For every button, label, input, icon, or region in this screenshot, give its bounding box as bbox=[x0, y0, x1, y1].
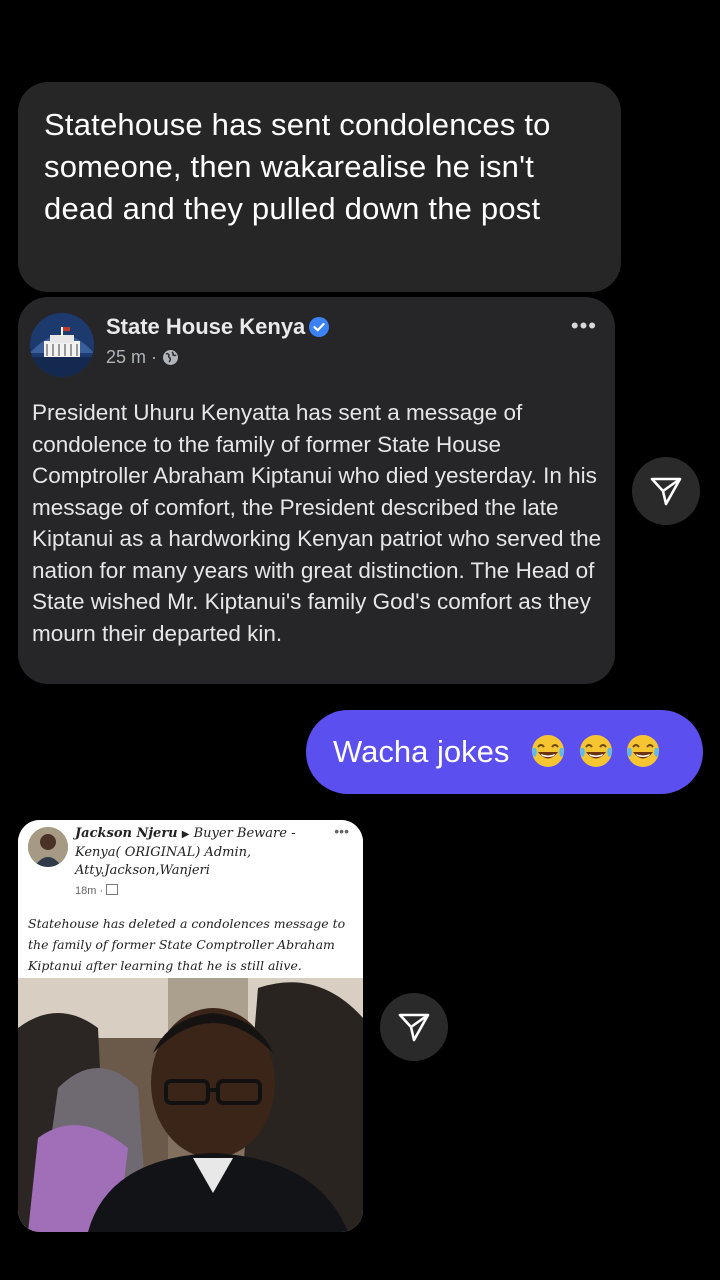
paper-plane-icon bbox=[398, 1013, 430, 1042]
screenshot-post-header: Jackson Njeru ▶ Buyer Beware - Kenya( OR… bbox=[18, 820, 363, 978]
screenshot-post-body: Statehouse has deleted a condolences mes… bbox=[28, 916, 346, 973]
author-line: Jackson Njeru ▶ Buyer Beware - Kenya( OR… bbox=[75, 825, 330, 880]
meta-separator: · bbox=[151, 347, 158, 367]
verified-badge-icon bbox=[309, 317, 330, 337]
globe-icon bbox=[163, 350, 179, 365]
group-icon bbox=[106, 884, 119, 895]
message-text: Wacha jokes bbox=[333, 734, 510, 769]
tears-of-joy-emoji bbox=[531, 735, 564, 767]
post-meta: 25 m · bbox=[106, 347, 179, 368]
tears-of-joy-emoji bbox=[579, 735, 612, 767]
post-photo bbox=[18, 978, 363, 1232]
post-time: 25 m bbox=[106, 347, 147, 367]
post-body: President Uhuru Kenyatta has sent a mess… bbox=[32, 400, 602, 646]
message-text: Statehouse has sent condolences to someo… bbox=[44, 107, 551, 226]
author-name: Jackson Njeru bbox=[75, 826, 178, 841]
image-message-screenshot[interactable]: Jackson Njeru ▶ Buyer Beware - Kenya( OR… bbox=[18, 820, 363, 1232]
page-avatar[interactable] bbox=[30, 313, 94, 377]
page-name[interactable]: State House Kenya bbox=[106, 314, 330, 340]
message-bubble-wacha-jokes[interactable]: Wacha jokes bbox=[306, 710, 703, 794]
post-menu-button[interactable]: ••• bbox=[571, 313, 597, 339]
screenshot-menu-icon: ••• bbox=[334, 823, 349, 839]
paper-plane-icon bbox=[650, 477, 682, 506]
shared-post-card[interactable]: State House Kenya 25 m · ••• President U… bbox=[18, 297, 615, 684]
screenshot-post-meta: 18m · bbox=[75, 884, 119, 897]
author-avatar bbox=[28, 827, 68, 867]
share-button[interactable] bbox=[632, 457, 700, 525]
arrow-right-icon: ▶ bbox=[181, 829, 190, 840]
share-button[interactable] bbox=[380, 993, 448, 1061]
screenshot-post-time: 18m bbox=[75, 885, 97, 897]
message-bubble-statehouse[interactable]: Statehouse has sent condolences to someo… bbox=[18, 82, 621, 292]
tears-of-joy-emoji bbox=[627, 735, 660, 767]
